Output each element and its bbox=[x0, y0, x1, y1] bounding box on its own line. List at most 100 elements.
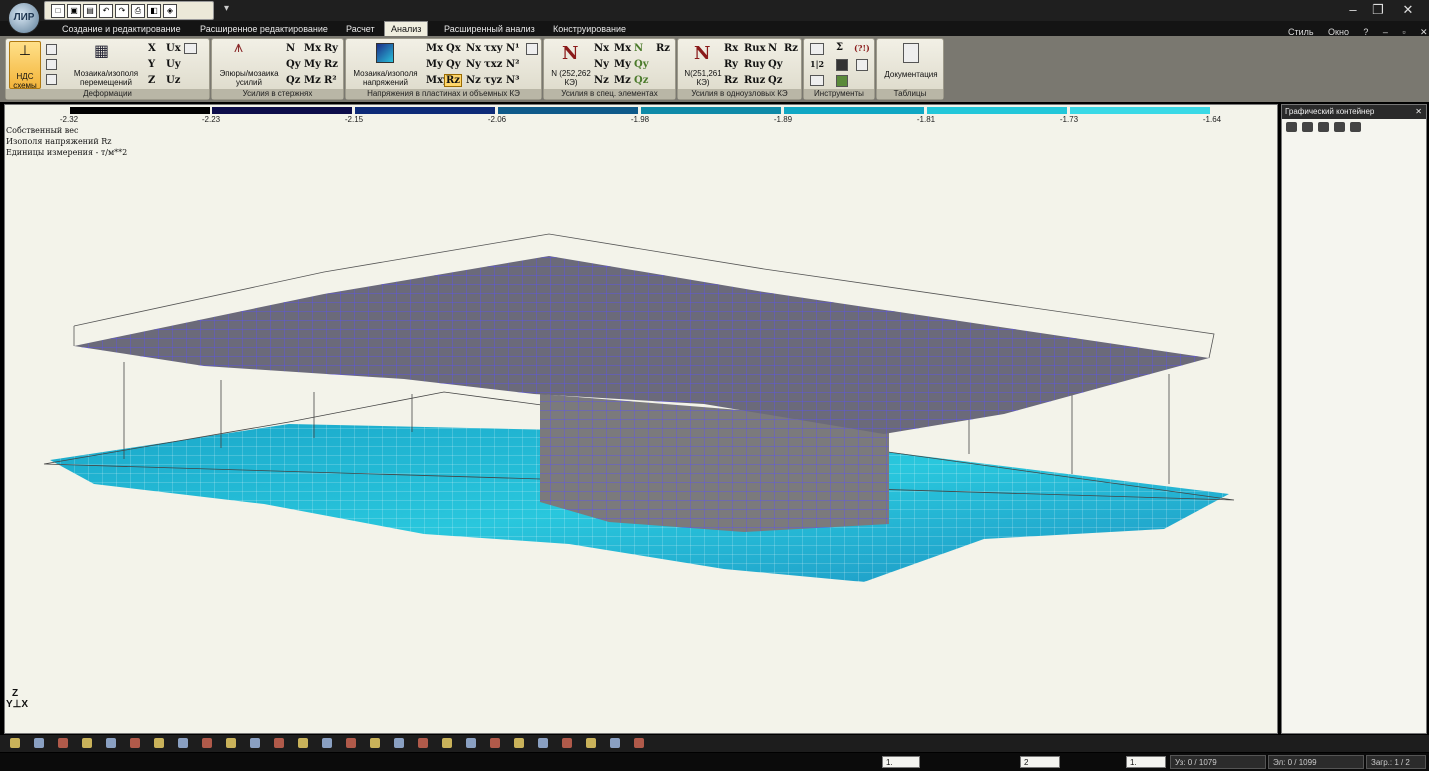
r-squared-button[interactable]: R² bbox=[324, 75, 337, 86]
qx-stress-button[interactable]: Qx bbox=[446, 43, 461, 54]
qz-button[interactable]: Qz bbox=[286, 75, 300, 86]
nx-special-button[interactable]: Nx bbox=[594, 43, 609, 54]
x-button[interactable]: X bbox=[148, 43, 156, 54]
rz2-single-button[interactable]: Rz bbox=[784, 43, 798, 54]
options-icon[interactable] bbox=[184, 43, 197, 54]
panel-close-icon[interactable]: ✕ bbox=[1415, 105, 1422, 119]
load-combo-2[interactable]: 2 bbox=[1020, 756, 1060, 768]
zoom-out-icon[interactable] bbox=[106, 738, 116, 748]
numbers-icon[interactable] bbox=[274, 738, 284, 748]
minimize-button[interactable]: – bbox=[1342, 2, 1364, 17]
copy-icon[interactable] bbox=[1318, 122, 1329, 132]
documentation-button[interactable]: Документация bbox=[877, 70, 945, 79]
view-icon[interactable] bbox=[178, 738, 188, 748]
tyz-button[interactable]: τyz bbox=[484, 75, 502, 86]
n3-button[interactable]: N³ bbox=[506, 75, 520, 86]
loads-icon[interactable] bbox=[346, 738, 356, 748]
ry-button[interactable]: Ry bbox=[324, 43, 338, 54]
camera-icon[interactable] bbox=[1286, 122, 1297, 132]
lock-icon[interactable] bbox=[836, 59, 848, 71]
select-icon[interactable]: ◈ bbox=[163, 3, 177, 18]
zoom-in-icon[interactable] bbox=[82, 738, 92, 748]
rux-button[interactable]: Rux bbox=[744, 43, 766, 54]
frame-icon[interactable] bbox=[46, 59, 57, 70]
trash-icon[interactable] bbox=[526, 43, 538, 55]
new-file-icon[interactable]: □ bbox=[51, 3, 65, 18]
tab-advanced-analysis[interactable]: Расширенный анализ bbox=[438, 22, 541, 36]
nz-stress-button[interactable]: Nz bbox=[466, 75, 481, 86]
supports-icon[interactable] bbox=[298, 738, 308, 748]
n1-button[interactable]: N¹ bbox=[506, 43, 520, 54]
save-icon[interactable] bbox=[1302, 122, 1313, 132]
fem-model-view[interactable] bbox=[4, 104, 1278, 734]
mz-button[interactable]: Mz bbox=[304, 75, 321, 86]
delete-icon[interactable] bbox=[442, 738, 452, 748]
grid-icon[interactable] bbox=[58, 738, 68, 748]
image-icon[interactable] bbox=[1334, 122, 1345, 132]
rotate-icon[interactable] bbox=[154, 738, 164, 748]
z-button[interactable]: Z bbox=[148, 75, 155, 86]
nz-special-button[interactable]: Nz bbox=[594, 75, 609, 86]
mx-button[interactable]: Mx bbox=[304, 43, 321, 54]
ry-single-button[interactable]: Ry bbox=[724, 59, 738, 70]
qy-special-button[interactable]: Qy bbox=[634, 59, 649, 70]
my-stress-button[interactable]: My bbox=[426, 59, 443, 70]
mosaic-stress-button[interactable]: Мозаика/изополя напряжений bbox=[348, 69, 423, 87]
y-button[interactable]: Y bbox=[148, 59, 155, 70]
rz-single-button[interactable]: Rz bbox=[724, 75, 738, 86]
elements-icon[interactable] bbox=[250, 738, 260, 748]
close-button[interactable]: ✕ bbox=[1397, 2, 1419, 18]
restore-button[interactable]: ❐ bbox=[1367, 2, 1389, 18]
select-icon[interactable] bbox=[418, 738, 428, 748]
ny-stress-button[interactable]: Ny bbox=[466, 59, 481, 70]
redo-icon[interactable]: ↷ bbox=[115, 3, 129, 18]
n-special-small-button[interactable]: N bbox=[634, 43, 643, 54]
mx-special-button[interactable]: Mx bbox=[614, 43, 631, 54]
n-special-button[interactable]: N (252,262 КЭ) bbox=[546, 69, 596, 87]
filter-icon[interactable] bbox=[202, 738, 212, 748]
my-button[interactable]: My bbox=[304, 59, 321, 70]
view-icon[interactable]: ◧ bbox=[147, 3, 161, 18]
show-icon[interactable] bbox=[394, 738, 404, 748]
load-combo-1[interactable]: 1. bbox=[882, 756, 920, 768]
print-icon[interactable] bbox=[1350, 122, 1361, 132]
print-icon[interactable]: ⎙ bbox=[131, 3, 145, 18]
local-axes-icon[interactable] bbox=[538, 738, 548, 748]
image-icon[interactable] bbox=[836, 75, 848, 87]
qy-single-button[interactable]: Qy bbox=[768, 59, 783, 70]
save-icon[interactable]: ▤ bbox=[83, 3, 97, 18]
chart-icon[interactable] bbox=[810, 75, 824, 86]
ruz-button[interactable]: Ruz bbox=[744, 75, 765, 86]
mz-special-button[interactable]: Mz bbox=[614, 75, 631, 86]
qz-special-button[interactable]: Qz bbox=[634, 75, 648, 86]
house-icon[interactable] bbox=[856, 59, 868, 71]
refresh-icon[interactable] bbox=[610, 738, 620, 748]
qy-stress-button[interactable]: Qy bbox=[446, 59, 461, 70]
ux-button[interactable]: Ux bbox=[166, 43, 181, 54]
grid-icon[interactable] bbox=[46, 44, 57, 55]
n2-button[interactable]: N² bbox=[506, 59, 520, 70]
tab-advanced-edit[interactable]: Расширенное редактирование bbox=[194, 22, 334, 36]
nx-stress-button[interactable]: Nx bbox=[466, 43, 481, 54]
n-button[interactable]: N bbox=[286, 43, 295, 54]
hinges-icon[interactable] bbox=[322, 738, 332, 748]
n-single-small-button[interactable]: N bbox=[768, 43, 777, 54]
hide-icon[interactable] bbox=[370, 738, 380, 748]
mosaic-displacement-button[interactable]: Мозаика/изополя перемещений bbox=[61, 69, 151, 87]
scale-icon[interactable] bbox=[46, 74, 57, 85]
tab-design[interactable]: Конструирование bbox=[547, 22, 632, 36]
rz-stress-button[interactable]: Rz bbox=[444, 74, 462, 87]
tab-create-edit[interactable]: Создание и редактирование bbox=[56, 22, 187, 36]
tab-calculation[interactable]: Расчет bbox=[340, 22, 381, 36]
rz-button[interactable]: Rz bbox=[324, 59, 338, 70]
check-button[interactable]: (?!) bbox=[854, 43, 870, 53]
ruy-button[interactable]: Ruy bbox=[744, 59, 765, 70]
qat-customize-button[interactable]: ▾ bbox=[224, 3, 229, 14]
pan-icon[interactable] bbox=[10, 738, 20, 748]
tab-analysis[interactable]: Анализ bbox=[384, 21, 429, 36]
uy-button[interactable]: Uy bbox=[166, 59, 181, 70]
select-tool-icon[interactable] bbox=[810, 43, 824, 55]
open-file-icon[interactable]: ▣ bbox=[67, 3, 81, 18]
rx-button[interactable]: Rx bbox=[724, 43, 738, 54]
n-single-button[interactable]: N(251,261 КЭ) bbox=[680, 69, 726, 87]
